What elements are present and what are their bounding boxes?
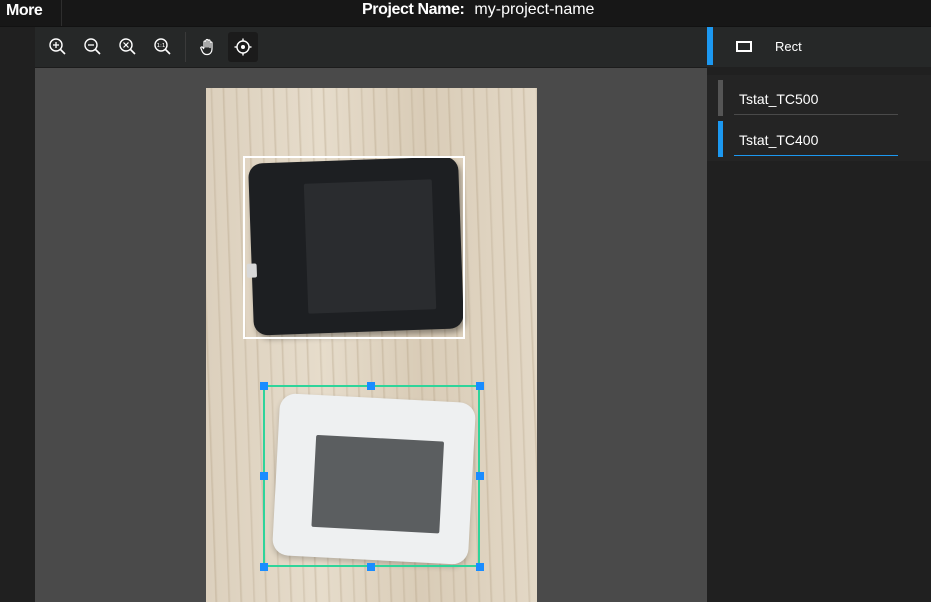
more-menu-button[interactable]: More <box>0 0 62 26</box>
zoom-actual-size-button[interactable]: 1:1 <box>148 32 178 62</box>
project-name-label: Project Name: <box>362 1 465 18</box>
svg-text:1:1: 1:1 <box>157 43 166 49</box>
label-item-underline <box>734 155 898 156</box>
zoom-actual-size-icon: 1:1 <box>154 38 171 55</box>
rect-tool-option[interactable]: Rect <box>707 27 931 67</box>
project-name: Project Name: my-project-name <box>362 0 594 22</box>
label-item-bar <box>718 121 723 157</box>
resize-handle-bottom-right[interactable] <box>476 563 484 571</box>
resize-handle-bottom[interactable] <box>367 563 375 571</box>
label-list: Tstat_TC500 Tstat_TC400 <box>707 75 931 161</box>
zoom-fit-button[interactable] <box>113 32 143 62</box>
label-item-tstat-tc500[interactable]: Tstat_TC500 <box>718 80 900 116</box>
rect-tool-accent <box>707 27 713 65</box>
resize-handle-top[interactable] <box>367 382 375 390</box>
zoom-out-button[interactable] <box>78 32 108 62</box>
project-name-value: my-project-name <box>474 1 595 18</box>
crosshair-tool-button[interactable] <box>228 32 258 62</box>
rect-tool-label: Rect <box>775 39 802 54</box>
zoom-in-button[interactable] <box>43 32 73 62</box>
pan-tool-button[interactable] <box>193 32 223 62</box>
left-sidebar <box>0 27 35 602</box>
resize-handle-top-left[interactable] <box>260 382 268 390</box>
canvas-toolbar: 1:1 <box>35 27 707 68</box>
zoom-fit-icon <box>119 38 136 55</box>
label-item-underline <box>734 114 898 115</box>
resize-handle-left[interactable] <box>260 472 268 480</box>
bounding-box-tstat-tc500[interactable] <box>243 156 465 339</box>
resize-handle-top-right[interactable] <box>476 382 484 390</box>
label-item-bar <box>718 80 723 116</box>
resize-handle-right[interactable] <box>476 472 484 480</box>
toolbar-divider <box>185 32 186 62</box>
label-item-text: Tstat_TC500 <box>739 91 819 107</box>
bounding-box-tstat-tc400-selected[interactable] <box>263 385 480 567</box>
zoom-in-icon <box>49 38 66 55</box>
top-bar: More Project Name: my-project-name <box>0 0 931 27</box>
label-item-text: Tstat_TC400 <box>739 132 819 148</box>
crosshair-icon <box>234 38 252 56</box>
label-item-tstat-tc400[interactable]: Tstat_TC400 <box>718 121 900 157</box>
zoom-out-icon <box>84 38 101 55</box>
resize-handle-bottom-left[interactable] <box>260 563 268 571</box>
hand-pan-icon <box>200 38 213 56</box>
annotated-photo <box>206 88 537 602</box>
annotation-canvas[interactable] <box>35 68 707 602</box>
rectangle-icon <box>736 41 752 52</box>
right-panel: Rect Tstat_TC500 Tstat_TC400 <box>707 27 931 602</box>
